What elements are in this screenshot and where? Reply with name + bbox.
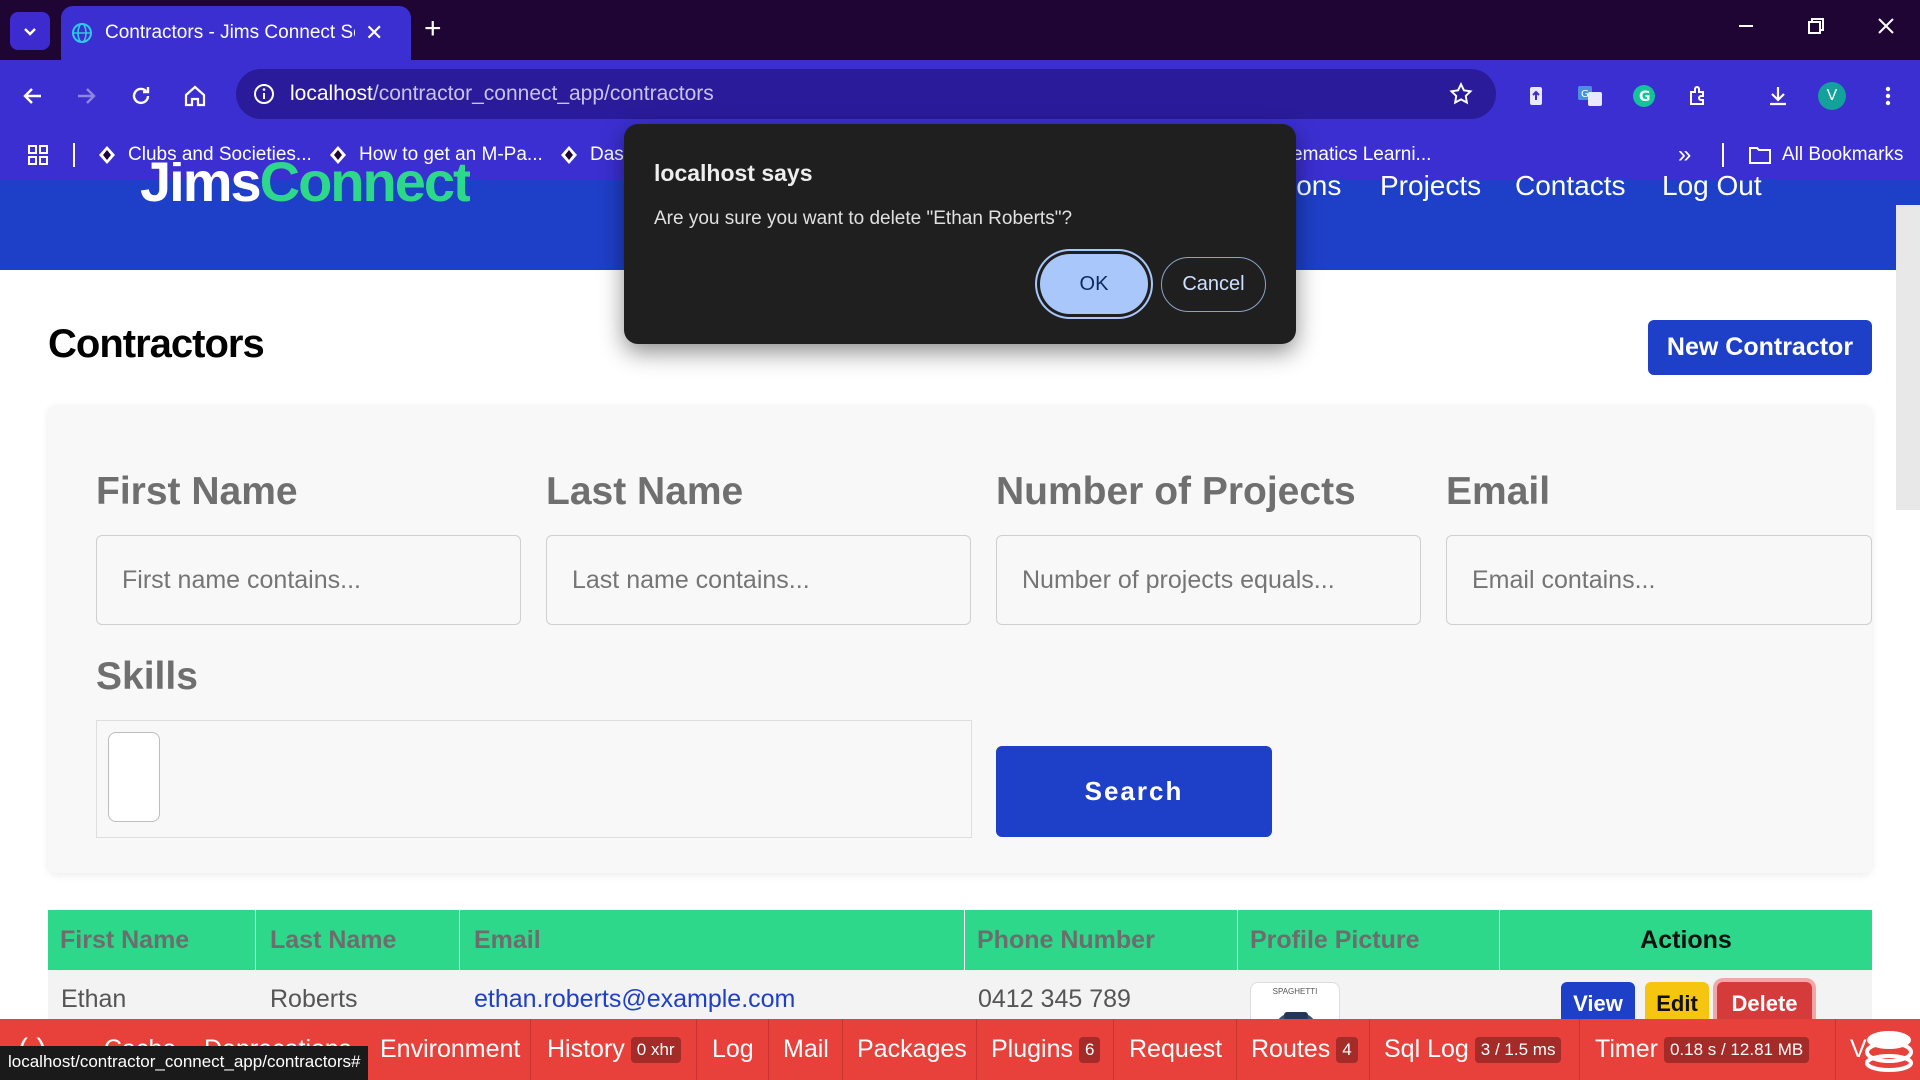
projects-label: Number of Projects <box>996 470 1356 513</box>
debug-divider <box>976 1019 977 1080</box>
new-contractor-button[interactable]: New Contractor <box>1648 320 1872 375</box>
last-name-input[interactable] <box>546 535 971 625</box>
debug-divider <box>1579 1019 1580 1080</box>
debug-divider <box>842 1019 843 1080</box>
column-header-phone: Phone Number <box>965 910 1238 970</box>
column-header-first-name: First Name <box>48 910 256 970</box>
home-icon[interactable] <box>179 80 211 112</box>
bookmarks-divider <box>1722 143 1724 167</box>
page-scrollbar[interactable] <box>1896 205 1920 510</box>
nav-link-projects[interactable]: Projects <box>1380 170 1481 202</box>
confirm-dialog: localhost says Are you sure you want to … <box>624 124 1296 344</box>
cell-last-name: Roberts <box>270 985 358 1013</box>
profile-picture-caption: SPAGHETTI <box>1272 987 1318 996</box>
status-bar-url: localhost/contractor_connect_app/contrac… <box>0 1046 369 1080</box>
dialog-title: localhost says <box>654 160 813 186</box>
active-tab[interactable]: Contractors - Jims Connect Solu ✕ <box>61 6 411 60</box>
debug-panel-plugins[interactable]: Plugins 6 <box>991 1019 1101 1080</box>
grammarly-icon[interactable]: G <box>1628 80 1660 112</box>
new-tab-button[interactable]: + <box>424 14 442 44</box>
url-host: localhost <box>290 82 373 105</box>
skills-checkbox[interactable] <box>108 732 160 822</box>
column-header-email: Email <box>460 910 965 970</box>
all-bookmarks[interactable]: All Bookmarks <box>1748 137 1903 173</box>
globe-icon <box>72 23 92 43</box>
reload-icon[interactable] <box>125 80 157 112</box>
skills-label: Skills <box>96 655 198 698</box>
tab-title: Contractors - Jims Connect Solu <box>105 22 355 43</box>
forward-icon[interactable] <box>70 80 102 112</box>
debug-panel-request[interactable]: Request <box>1129 1019 1222 1080</box>
debug-panel-log[interactable]: Log <box>712 1019 754 1080</box>
cancel-button[interactable]: Cancel <box>1161 257 1266 312</box>
profile-avatar[interactable]: V <box>1818 82 1846 110</box>
apps-grid-icon[interactable] <box>26 137 50 173</box>
first-name-input[interactable] <box>96 535 521 625</box>
download-icon[interactable] <box>1762 80 1794 112</box>
minimize-icon[interactable] <box>1736 16 1756 36</box>
debug-divider <box>768 1019 769 1080</box>
cell-first-name: Ethan <box>61 985 127 1013</box>
nav-link-specialisations[interactable]: ions <box>1290 170 1341 202</box>
ok-button[interactable]: OK <box>1040 254 1148 314</box>
restore-icon[interactable] <box>1806 16 1826 36</box>
cakephp-logo-icon[interactable] <box>1864 1028 1914 1072</box>
debug-divider <box>1236 1019 1237 1080</box>
first-name-label: First Name <box>96 470 298 513</box>
extensions-icon[interactable] <box>1682 80 1714 112</box>
site-info-icon[interactable] <box>252 82 276 106</box>
dialog-message: Are you sure you want to delete "Ethan R… <box>654 208 1073 229</box>
nav-link-logout[interactable]: Log Out <box>1662 170 1762 202</box>
cell-email-link[interactable]: ethan.roberts@example.com <box>474 985 795 1014</box>
folder-icon <box>1748 145 1772 165</box>
search-button[interactable]: Search <box>996 746 1272 837</box>
email-input[interactable] <box>1446 535 1872 625</box>
address-bar[interactable]: localhost/contractor_connect_app/contrac… <box>236 69 1496 119</box>
debug-divider <box>530 1019 531 1080</box>
debug-panel-packages[interactable]: Packages <box>857 1019 967 1080</box>
back-icon[interactable] <box>17 80 49 112</box>
extension-share-icon[interactable] <box>1520 80 1552 112</box>
debug-panel-history[interactable]: History 0 xhr <box>547 1019 681 1080</box>
debug-divider <box>1369 1019 1370 1080</box>
debug-panel-mail[interactable]: Mail <box>783 1019 829 1080</box>
svg-text:G: G <box>1639 89 1651 105</box>
projects-input[interactable] <box>996 535 1421 625</box>
bookmark-item[interactable]: Dash <box>558 137 634 173</box>
column-header-profile-picture: Profile Picture <box>1238 910 1500 970</box>
url-text: localhost/contractor_connect_app/contrac… <box>290 82 714 106</box>
debug-panel-timer[interactable]: Timer 0.18 s / 12.81 MB <box>1595 1019 1810 1080</box>
debug-divider <box>696 1019 697 1080</box>
last-name-label: Last Name <box>546 470 744 513</box>
bookmark-star-icon[interactable] <box>1448 81 1474 107</box>
menu-dots-icon[interactable] <box>1872 80 1904 112</box>
debug-divider <box>1835 1019 1836 1080</box>
nav-link-contacts[interactable]: Contacts <box>1515 170 1626 202</box>
page-title: Contractors <box>48 322 265 366</box>
tab-search-button[interactable] <box>10 12 50 50</box>
bookmarks-overflow-icon[interactable]: » <box>1678 137 1691 173</box>
close-window-icon[interactable] <box>1876 16 1896 36</box>
bookmark-item[interactable]: ematics Learni... <box>1292 137 1431 173</box>
skills-select[interactable] <box>96 720 972 838</box>
crest-icon <box>558 144 580 166</box>
site-logo[interactable]: JimsConnect <box>140 162 470 210</box>
svg-text:G: G <box>1581 89 1589 100</box>
email-label: Email <box>1446 470 1551 513</box>
url-path: /contractor_connect_app/contractors <box>372 82 714 105</box>
column-header-last-name: Last Name <box>256 910 460 970</box>
tab-close-icon[interactable]: ✕ <box>365 20 383 46</box>
crest-icon <box>96 144 118 166</box>
debug-panel-sql-log[interactable]: Sql Log 3 / 1.5 ms <box>1384 1019 1562 1080</box>
debug-divider <box>1113 1019 1114 1080</box>
cell-phone: 0412 345 789 <box>978 985 1131 1013</box>
debug-panel-routes[interactable]: Routes 4 <box>1251 1019 1358 1080</box>
chevron-down-icon <box>24 28 36 36</box>
column-header-actions: Actions <box>1640 925 1732 954</box>
debug-panel-environment[interactable]: Environment <box>380 1019 520 1080</box>
bookmarks-divider <box>73 143 75 167</box>
translate-icon[interactable]: G <box>1574 80 1606 112</box>
